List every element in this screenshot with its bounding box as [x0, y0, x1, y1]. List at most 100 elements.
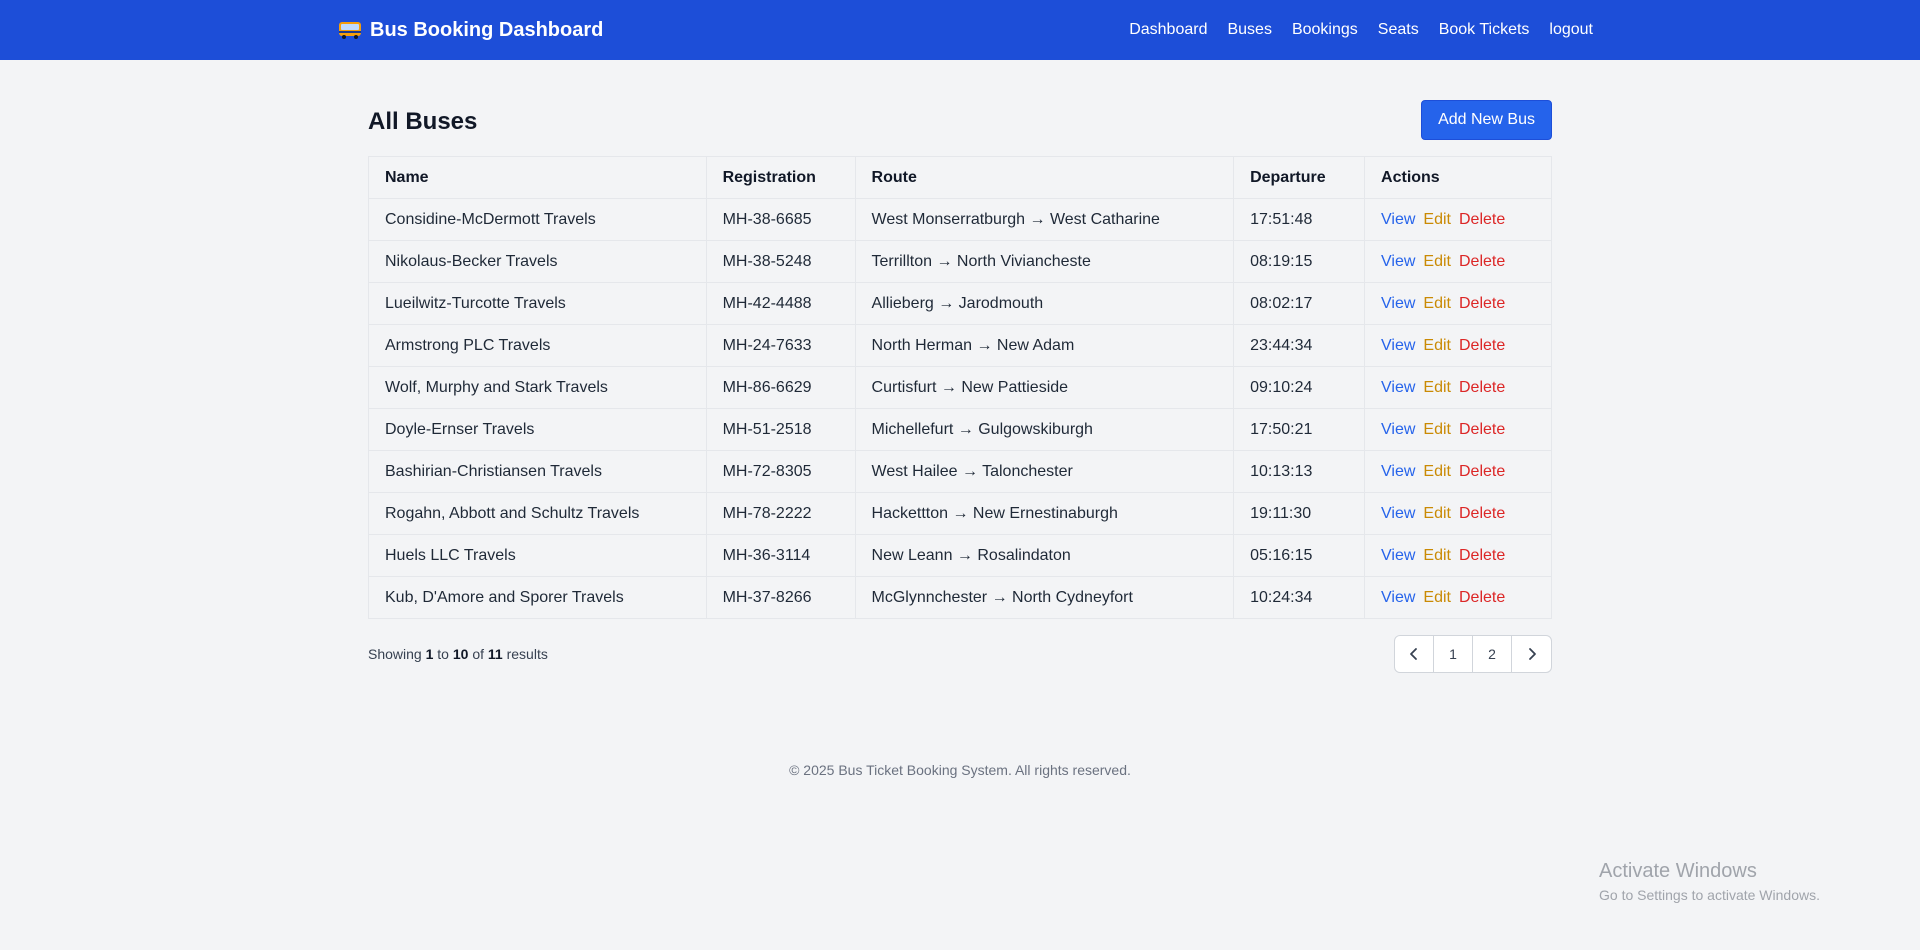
brand[interactable]: Bus Booking Dashboard [338, 19, 603, 42]
delete-link[interactable]: Delete [1459, 379, 1505, 396]
cell-route: McGlynnchester → North Cydneyfort [854, 576, 1235, 619]
edit-link[interactable]: Edit [1423, 547, 1451, 564]
results-total: 11 [487, 646, 503, 662]
nav-link-logout[interactable]: logout [1549, 21, 1593, 39]
delete-link[interactable]: Delete [1459, 253, 1505, 270]
chevron-right-icon [1528, 648, 1536, 660]
results-from: 1 [425, 646, 434, 662]
cell-actions: View Edit Delete [1364, 576, 1552, 619]
nav-link-seats[interactable]: Seats [1378, 21, 1419, 39]
view-link[interactable]: View [1381, 253, 1415, 270]
table-row: Huels LLC Travels MH-36-3114 New Leann → R… [368, 534, 1552, 577]
edit-link[interactable]: Edit [1423, 505, 1451, 522]
delete-link[interactable]: Delete [1459, 547, 1505, 564]
cell-registration: MH-78-2222 [705, 492, 856, 535]
view-link[interactable]: View [1381, 295, 1415, 312]
copyright-footer: © 2025 Bus Ticket Booking System. All ri… [789, 762, 1131, 778]
table-body: Considine-McDermott Travels MH-38-6685 Wes… [368, 198, 1552, 619]
table-row: Lueilwitz-Turcotte Travels MH-42-4488 Alli… [368, 282, 1552, 325]
delete-link[interactable]: Delete [1459, 505, 1505, 522]
cell-departure: 09:10:24 [1233, 366, 1366, 409]
cell-registration: MH-24-7633 [705, 324, 856, 367]
delete-link[interactable]: Delete [1459, 337, 1505, 354]
view-link[interactable]: View [1381, 379, 1415, 396]
of-label: of [472, 646, 485, 662]
next-page-button[interactable] [1512, 636, 1551, 672]
cell-actions: View Edit Delete [1364, 240, 1552, 283]
view-link[interactable]: View [1381, 211, 1415, 228]
view-link[interactable]: View [1381, 421, 1415, 438]
cell-name: Armstrong PLC Travels [368, 324, 707, 367]
cell-registration: MH-51-2518 [705, 408, 856, 451]
cell-departure: 19:11:30 [1233, 492, 1366, 535]
results-label: results [506, 646, 548, 662]
cell-registration: MH-37-8266 [705, 576, 856, 619]
cell-departure: 08:19:15 [1233, 240, 1366, 283]
cell-actions: View Edit Delete [1364, 198, 1552, 241]
cell-route: West Hailee → Talonchester [854, 450, 1235, 493]
cell-name: Lueilwitz-Turcotte Travels [368, 282, 707, 325]
view-link[interactable]: View [1381, 337, 1415, 354]
nav-link-book-tickets[interactable]: Book Tickets [1439, 21, 1530, 39]
edit-link[interactable]: Edit [1423, 211, 1451, 228]
view-link[interactable]: View [1381, 547, 1415, 564]
table-row: Rogahn, Abbott and Schultz Travels MH-78-… [368, 492, 1552, 535]
page-button-1[interactable]: 1 [1434, 636, 1473, 672]
view-link[interactable]: View [1381, 589, 1415, 606]
cell-name: Rogahn, Abbott and Schultz Travels [368, 492, 707, 535]
edit-link[interactable]: Edit [1423, 295, 1451, 312]
add-new-bus-button[interactable]: Add New Bus [1421, 100, 1552, 140]
cell-name: Doyle-Ernser Travels [368, 408, 707, 451]
table-row: Bashirian-Christiansen Travels MH-72-8305… [368, 450, 1552, 493]
results-summary: Showing 1 to 10 of 11 results [368, 646, 548, 662]
table-row: Nikolaus-Becker Travels MH-38-5248 Terrill… [368, 240, 1552, 283]
edit-link[interactable]: Edit [1423, 253, 1451, 270]
delete-link[interactable]: Delete [1459, 589, 1505, 606]
cell-name: Wolf, Murphy and Stark Travels [368, 366, 707, 409]
view-link[interactable]: View [1381, 463, 1415, 480]
cell-registration: MH-86-6629 [705, 366, 856, 409]
edit-link[interactable]: Edit [1423, 421, 1451, 438]
column-header-actions: Actions [1364, 156, 1552, 199]
delete-link[interactable]: Delete [1459, 295, 1505, 312]
view-link[interactable]: View [1381, 505, 1415, 522]
cell-route: New Leann → Rosalindaton [854, 534, 1235, 577]
cell-actions: View Edit Delete [1364, 366, 1552, 409]
delete-link[interactable]: Delete [1459, 463, 1505, 480]
cell-departure: 05:16:15 [1233, 534, 1366, 577]
to-label: to [437, 646, 449, 662]
cell-actions: View Edit Delete [1364, 492, 1552, 535]
previous-page-button[interactable] [1395, 636, 1434, 672]
table-row: Wolf, Murphy and Stark Travels MH-86-6629… [368, 366, 1552, 409]
cell-route: Allieberg → Jarodmouth [854, 282, 1235, 325]
cell-name: Kub, D'Amore and Sporer Travels [368, 576, 707, 619]
edit-link[interactable]: Edit [1423, 589, 1451, 606]
nav-link-dashboard[interactable]: Dashboard [1129, 21, 1207, 39]
cell-actions: View Edit Delete [1364, 408, 1552, 451]
edit-link[interactable]: Edit [1423, 379, 1451, 396]
page-button-2[interactable]: 2 [1473, 636, 1512, 672]
nav-link-bookings[interactable]: Bookings [1292, 21, 1358, 39]
results-to: 10 [452, 646, 469, 662]
table-row: Kub, D'Amore and Sporer Travels MH-37-826… [368, 576, 1552, 619]
table-row: Doyle-Ernser Travels MH-51-2518 Michellefu… [368, 408, 1552, 451]
edit-link[interactable]: Edit [1423, 337, 1451, 354]
table-header-row: Name Registration Route Departure Action… [368, 156, 1552, 199]
cell-registration: MH-72-8305 [705, 450, 856, 493]
column-header-route: Route [854, 156, 1235, 199]
cell-actions: View Edit Delete [1364, 282, 1552, 325]
cell-departure: 10:13:13 [1233, 450, 1366, 493]
edit-link[interactable]: Edit [1423, 463, 1451, 480]
delete-link[interactable]: Delete [1459, 211, 1505, 228]
column-header-departure: Departure [1233, 156, 1366, 199]
cell-actions: View Edit Delete [1364, 534, 1552, 577]
cell-registration: MH-42-4488 [705, 282, 856, 325]
cell-departure: 17:51:48 [1233, 198, 1366, 241]
cell-departure: 08:02:17 [1233, 282, 1366, 325]
top-navbar: Bus Booking Dashboard Dashboard Buses Bo… [0, 0, 1920, 60]
delete-link[interactable]: Delete [1459, 421, 1505, 438]
cell-route: North Herman → New Adam [854, 324, 1235, 367]
nav-link-buses[interactable]: Buses [1227, 21, 1271, 39]
app-title: Bus Booking Dashboard [370, 18, 604, 41]
table-row: Armstrong PLC Travels MH-24-7633 North Her… [368, 324, 1552, 367]
